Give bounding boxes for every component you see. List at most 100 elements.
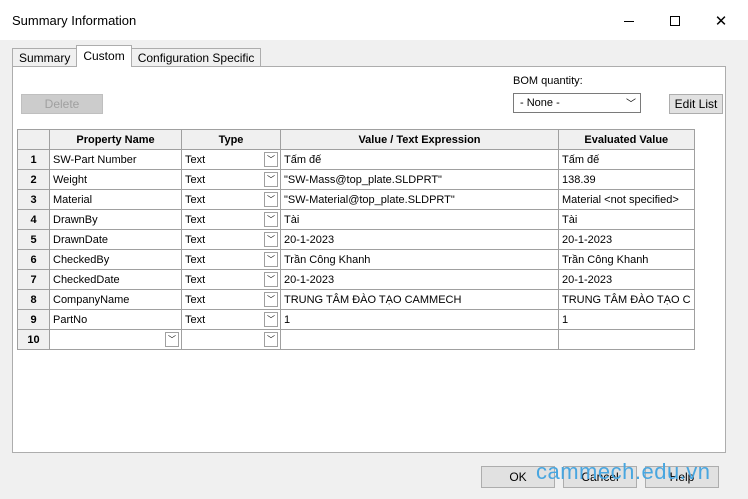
row-number: 1 xyxy=(17,149,50,170)
table-row[interactable]: 7 CheckedDate Text ﹀ 20-1-2023 20-1-2023 xyxy=(17,269,695,290)
type-cell[interactable]: Text ﹀ xyxy=(181,149,281,170)
evaluated-value-cell: Tấm đế xyxy=(558,149,695,170)
delete-button[interactable]: Delete xyxy=(21,94,103,114)
property-name-cell[interactable]: Weight xyxy=(49,169,182,190)
dropdown-arrow-icon[interactable]: ﹀ xyxy=(264,192,278,207)
value-cell[interactable]: Trần Công Khanh xyxy=(280,249,559,270)
dropdown-arrow-icon[interactable]: ﹀ xyxy=(264,152,278,167)
value-cell[interactable]: 20-1-2023 xyxy=(280,229,559,250)
evaluated-value-cell: TRUNG TÂM ĐÀO TẠO C xyxy=(558,289,695,310)
dropdown-arrow-icon[interactable]: ﹀ xyxy=(264,312,278,327)
value-cell[interactable]: 1 xyxy=(280,309,559,330)
table-row[interactable]: 6 CheckedBy Text ﹀ Trần Công Khanh Trần Công … xyxy=(17,249,695,270)
chevron-down-icon: ﹀ xyxy=(626,99,636,110)
type-cell[interactable]: Text ﹀ xyxy=(181,229,281,250)
row-number: 10 xyxy=(17,329,50,350)
dropdown-arrow-icon[interactable]: ﹀ xyxy=(264,272,278,287)
value-cell[interactable]: "SW-Material@top_plate.SLDPRT" xyxy=(280,189,559,210)
value-cell[interactable]: Tấm đế xyxy=(280,149,559,170)
dropdown-arrow-icon[interactable]: ﹀ xyxy=(264,172,278,187)
minimize-button[interactable] xyxy=(606,6,652,36)
close-button[interactable]: ✕ xyxy=(698,6,744,36)
evaluated-value-cell: 20-1-2023 xyxy=(558,269,695,290)
type-cell[interactable]: Text ﹀ xyxy=(181,309,281,330)
type-cell-text: Text xyxy=(185,233,206,246)
property-name-cell[interactable]: CheckedDate xyxy=(49,269,182,290)
property-name-cell[interactable]: CheckedBy xyxy=(49,249,182,270)
type-cell-text: Text xyxy=(185,293,206,306)
dialog-body: Summary Custom Configuration Specific De… xyxy=(0,40,748,499)
property-name-cell[interactable]: CompanyName xyxy=(49,289,182,310)
type-cell[interactable]: Text ﹀ xyxy=(181,289,281,310)
type-cell-text: Text xyxy=(185,313,206,326)
property-name-cell[interactable]: ﹀ xyxy=(49,329,182,350)
type-cell-text: Text xyxy=(185,193,206,206)
custom-properties-table: Property Name Type Value / Text Expressi… xyxy=(17,129,695,350)
table-row[interactable]: 3 Material Text ﹀ "SW-Material@top_plate.SLD… xyxy=(17,189,695,210)
tab-custom[interactable]: Custom xyxy=(76,45,132,67)
value-cell[interactable] xyxy=(280,329,559,350)
maximize-icon xyxy=(670,16,680,26)
dropdown-arrow-icon[interactable]: ﹀ xyxy=(264,332,278,347)
evaluated-value-cell: 1 xyxy=(558,309,695,330)
close-icon: ✕ xyxy=(714,13,728,30)
row-number: 9 xyxy=(17,309,50,330)
type-cell[interactable]: Text ﹀ xyxy=(181,269,281,290)
value-cell[interactable]: Tài xyxy=(280,209,559,230)
property-name-header: Property Name xyxy=(49,129,182,150)
table-row[interactable]: 9 PartNo Text ﹀ 1 1 xyxy=(17,309,695,330)
type-cell-text: Text xyxy=(185,253,206,266)
evaluated-value-cell xyxy=(558,329,695,350)
type-cell[interactable]: Text ﹀ xyxy=(181,249,281,270)
type-cell[interactable]: Text ﹀ xyxy=(181,189,281,210)
dropdown-arrow-icon[interactable]: ﹀ xyxy=(264,212,278,227)
type-cell-text: Text xyxy=(185,173,206,186)
property-name-cell[interactable]: SW-Part Number xyxy=(49,149,182,170)
bom-quantity-label: BOM quantity: xyxy=(513,75,583,87)
dropdown-arrow-icon[interactable]: ﹀ xyxy=(165,332,179,347)
property-name-cell[interactable]: Material xyxy=(49,189,182,210)
property-name-cell[interactable]: PartNo xyxy=(49,309,182,330)
minimize-icon xyxy=(624,20,634,22)
table-row[interactable]: 1 SW-Part Number Text ﹀ Tấm đế Tấm đế xyxy=(17,149,695,170)
table-row[interactable]: 10 ﹀ ﹀ xyxy=(17,329,695,350)
table-row[interactable]: 4 DrawnBy Text ﹀ Tài Tài xyxy=(17,209,695,230)
type-cell[interactable]: Text ﹀ xyxy=(181,209,281,230)
evaluated-value-cell: Material <not specified> xyxy=(558,189,695,210)
edit-list-button[interactable]: Edit List xyxy=(669,94,723,114)
row-number-header xyxy=(17,129,50,150)
value-cell[interactable]: 20-1-2023 xyxy=(280,269,559,290)
table-row[interactable]: 5 DrawnDate Text ﹀ 20-1-2023 20-1-2023 xyxy=(17,229,695,250)
property-name-cell[interactable]: DrawnDate xyxy=(49,229,182,250)
row-number: 6 xyxy=(17,249,50,270)
row-number: 7 xyxy=(17,269,50,290)
row-number: 4 xyxy=(17,209,50,230)
row-number: 3 xyxy=(17,189,50,210)
value-header: Value / Text Expression xyxy=(280,129,559,150)
value-cell[interactable]: "SW-Mass@top_plate.SLDPRT" xyxy=(280,169,559,190)
dropdown-arrow-icon[interactable]: ﹀ xyxy=(264,252,278,267)
title-bar: Summary Information ✕ xyxy=(0,0,748,40)
window-title: Summary Information xyxy=(12,13,137,28)
evaluated-value-cell: 138.39 xyxy=(558,169,695,190)
custom-panel: Delete BOM quantity: - None - ﹀ Edit Lis… xyxy=(12,66,726,453)
tab-summary[interactable]: Summary xyxy=(12,48,78,67)
evaluated-value-header: Evaluated Value xyxy=(558,129,695,150)
dropdown-arrow-icon[interactable]: ﹀ xyxy=(264,232,278,247)
row-number: 8 xyxy=(17,289,50,310)
table-row[interactable]: 8 CompanyName Text ﹀ TRUNG TÂM ĐÀO TẠO CAMME… xyxy=(17,289,695,310)
evaluated-value-cell: Tài xyxy=(558,209,695,230)
maximize-button[interactable] xyxy=(652,6,698,36)
type-cell-text: Text xyxy=(185,213,206,226)
value-cell[interactable]: TRUNG TÂM ĐÀO TẠO CAMMECH xyxy=(280,289,559,310)
dropdown-arrow-icon[interactable]: ﹀ xyxy=(264,292,278,307)
type-cell[interactable]: Text ﹀ xyxy=(181,169,281,190)
bom-quantity-select[interactable]: - None - ﹀ xyxy=(513,93,641,113)
row-number: 5 xyxy=(17,229,50,250)
type-cell-text: Text xyxy=(185,153,206,166)
property-name-cell[interactable]: DrawnBy xyxy=(49,209,182,230)
type-cell[interactable]: ﹀ xyxy=(181,329,281,350)
tab-configuration-specific[interactable]: Configuration Specific xyxy=(130,48,262,67)
table-row[interactable]: 2 Weight Text ﹀ "SW-Mass@top_plate.SLDPRT" 13… xyxy=(17,169,695,190)
type-header: Type xyxy=(181,129,281,150)
